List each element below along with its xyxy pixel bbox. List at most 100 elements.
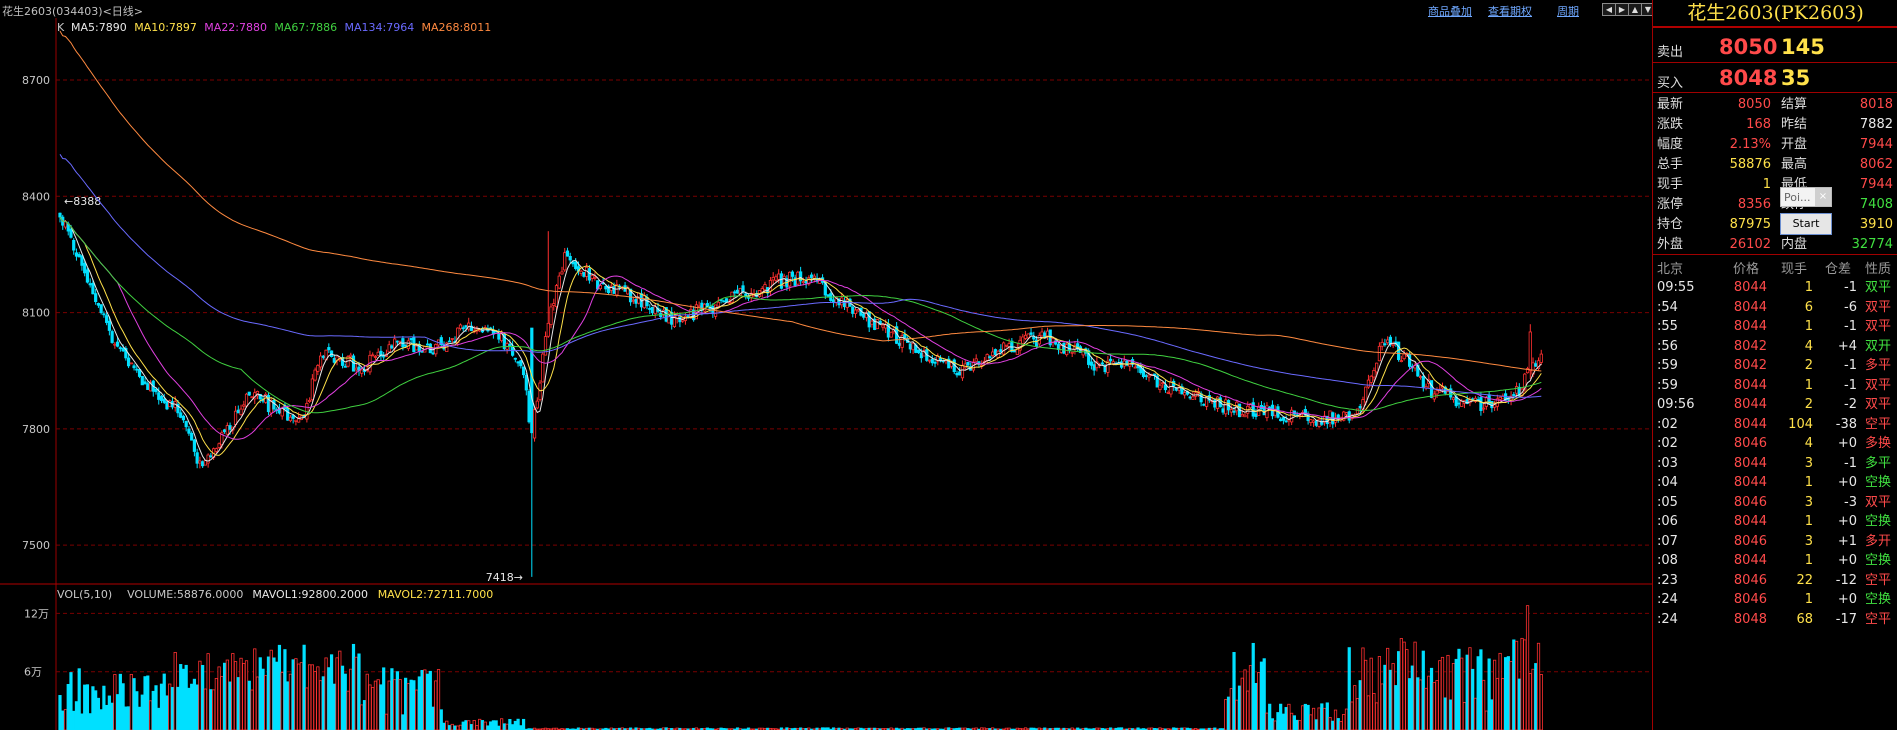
candle-body [1089,361,1093,366]
candle-body [88,283,92,286]
tick-volume: 1 [1804,553,1813,568]
col-price: 价格 [1733,262,1760,277]
candle-body [889,331,893,338]
candle-body [294,419,298,422]
candle-body [1026,333,1030,339]
volume-bar [516,718,520,730]
volume-bar [277,644,282,730]
candle-body [1254,413,1258,417]
tick-row[interactable]: :03 8044 3 -1 多平 [1653,454,1897,474]
volume-bar [464,720,468,730]
candle-body [129,362,133,365]
candle-body [557,275,561,289]
link-period[interactable]: 周期 [1557,3,1579,19]
volume-bar [179,664,183,730]
volume-bar [379,684,383,730]
candle-body [568,255,572,261]
tick-row[interactable]: :07 8046 3 +1 多开 [1653,532,1897,552]
tick-row[interactable]: :56 8042 4 +4 双开 [1653,337,1897,357]
tick-row[interactable]: :23 8046 22 -12 空平 [1653,571,1897,591]
ma-line-5 [59,30,1542,372]
candle-body [1029,332,1033,335]
tick-row[interactable]: :55 8044 1 -1 双平 [1653,317,1897,337]
candle-body [853,309,858,315]
tick-price: 8044 [1733,553,1767,568]
volume-bar [458,724,463,730]
candle-body [83,262,87,274]
volume-bar [1520,637,1524,730]
tick-kind: 空换 [1865,553,1892,568]
scroll-left-button[interactable]: ◀ [1602,3,1616,16]
scroll-right-button[interactable]: ▶ [1615,3,1629,16]
tick-time: :59 [1657,377,1678,393]
volume-bar [266,656,271,730]
volume-bar [1333,709,1338,730]
candle-body [162,398,166,403]
close-icon[interactable]: × [1815,188,1831,206]
volume-bar [1259,661,1264,730]
candle-body [382,355,386,358]
tick-row[interactable]: :59 8044 1 -1 双平 [1653,376,1897,396]
tick-row[interactable]: :24 8046 1 +0 空换 [1653,590,1897,610]
candle-body [214,448,218,452]
candle-body [1045,330,1050,337]
volume-bar [1539,674,1543,730]
candle-body [201,461,205,467]
candle-body [1399,360,1403,363]
candle-body [154,388,158,393]
tick-diff: +0 [1837,553,1857,568]
volume-bar [212,689,216,730]
tick-volume: 1 [1804,475,1813,490]
volume-tick-label: 6万 [24,666,42,679]
tick-row[interactable]: :59 8042 2 -1 多平 [1653,356,1897,376]
tick-row[interactable]: :05 8046 3 -3 双平 [1653,493,1897,513]
volume-bar [1493,659,1497,730]
start-button[interactable]: Start [1780,213,1832,235]
tick-row[interactable]: :04 8044 1 +0 空换 [1653,473,1897,493]
volume-bar [376,679,380,730]
stat-label: 持仓 [1657,217,1684,232]
candle-body [94,293,98,303]
volume-bar [253,648,257,730]
volume-bar [1273,720,1277,730]
kline-chart[interactable]: ←83887418→ 8700 8400 8100 7800 7500 12万 6万 K MA… [0,18,1652,730]
candle-body [105,315,109,323]
candle-body [856,309,860,312]
tick-row[interactable]: 09:55 8044 1 -1 双平 [1653,278,1897,298]
candle-body [190,432,194,441]
volume-bar [1418,679,1423,730]
volume-bar [1479,649,1483,730]
candle-body [72,239,76,251]
volume-bar [321,676,325,730]
tick-row[interactable]: :02 8044 104 -38 空平 [1653,415,1897,435]
volume-bar [1462,701,1467,730]
volume-bar [1413,641,1417,730]
volume-bar [140,694,144,730]
tick-time: 09:56 [1657,397,1695,412]
widget-input[interactable]: Poi... × [1780,187,1832,207]
tick-volume: 68 [1796,611,1813,627]
volume-bar [94,690,98,730]
link-view-options[interactable]: 查看期权 [1488,3,1532,19]
candle-body [1202,403,1206,406]
tick-row[interactable]: :54 8044 6 -6 双平 [1653,298,1897,318]
candle-body [247,391,251,396]
volume-bar [1394,685,1398,730]
tick-row[interactable]: :08 8044 1 +0 空换 [1653,551,1897,571]
tick-row[interactable]: :06 8044 1 +0 空换 [1653,512,1897,532]
tick-row[interactable]: 09:56 8044 2 -2 双平 [1653,395,1897,415]
volume-bar [1257,672,1261,730]
candle-body [458,324,463,329]
candle-body [1377,345,1382,362]
candle-body [1268,406,1272,409]
tick-price: 8044 [1733,416,1767,432]
candle-body [516,361,520,364]
link-overlay-commodity[interactable]: 商品叠加 [1428,3,1472,19]
tick-row[interactable]: :02 8046 4 +0 多换 [1653,434,1897,454]
tick-row[interactable]: :24 8048 68 -17 空平 [1653,610,1897,630]
volume-bar [124,706,128,730]
sell-quote[interactable]: 卖出 8050 145 [1653,33,1897,62]
volume-bar [1311,707,1316,730]
zoom-in-button[interactable]: ▲ [1628,3,1642,16]
buy-quote[interactable]: 买入 8048 35 [1653,64,1897,93]
